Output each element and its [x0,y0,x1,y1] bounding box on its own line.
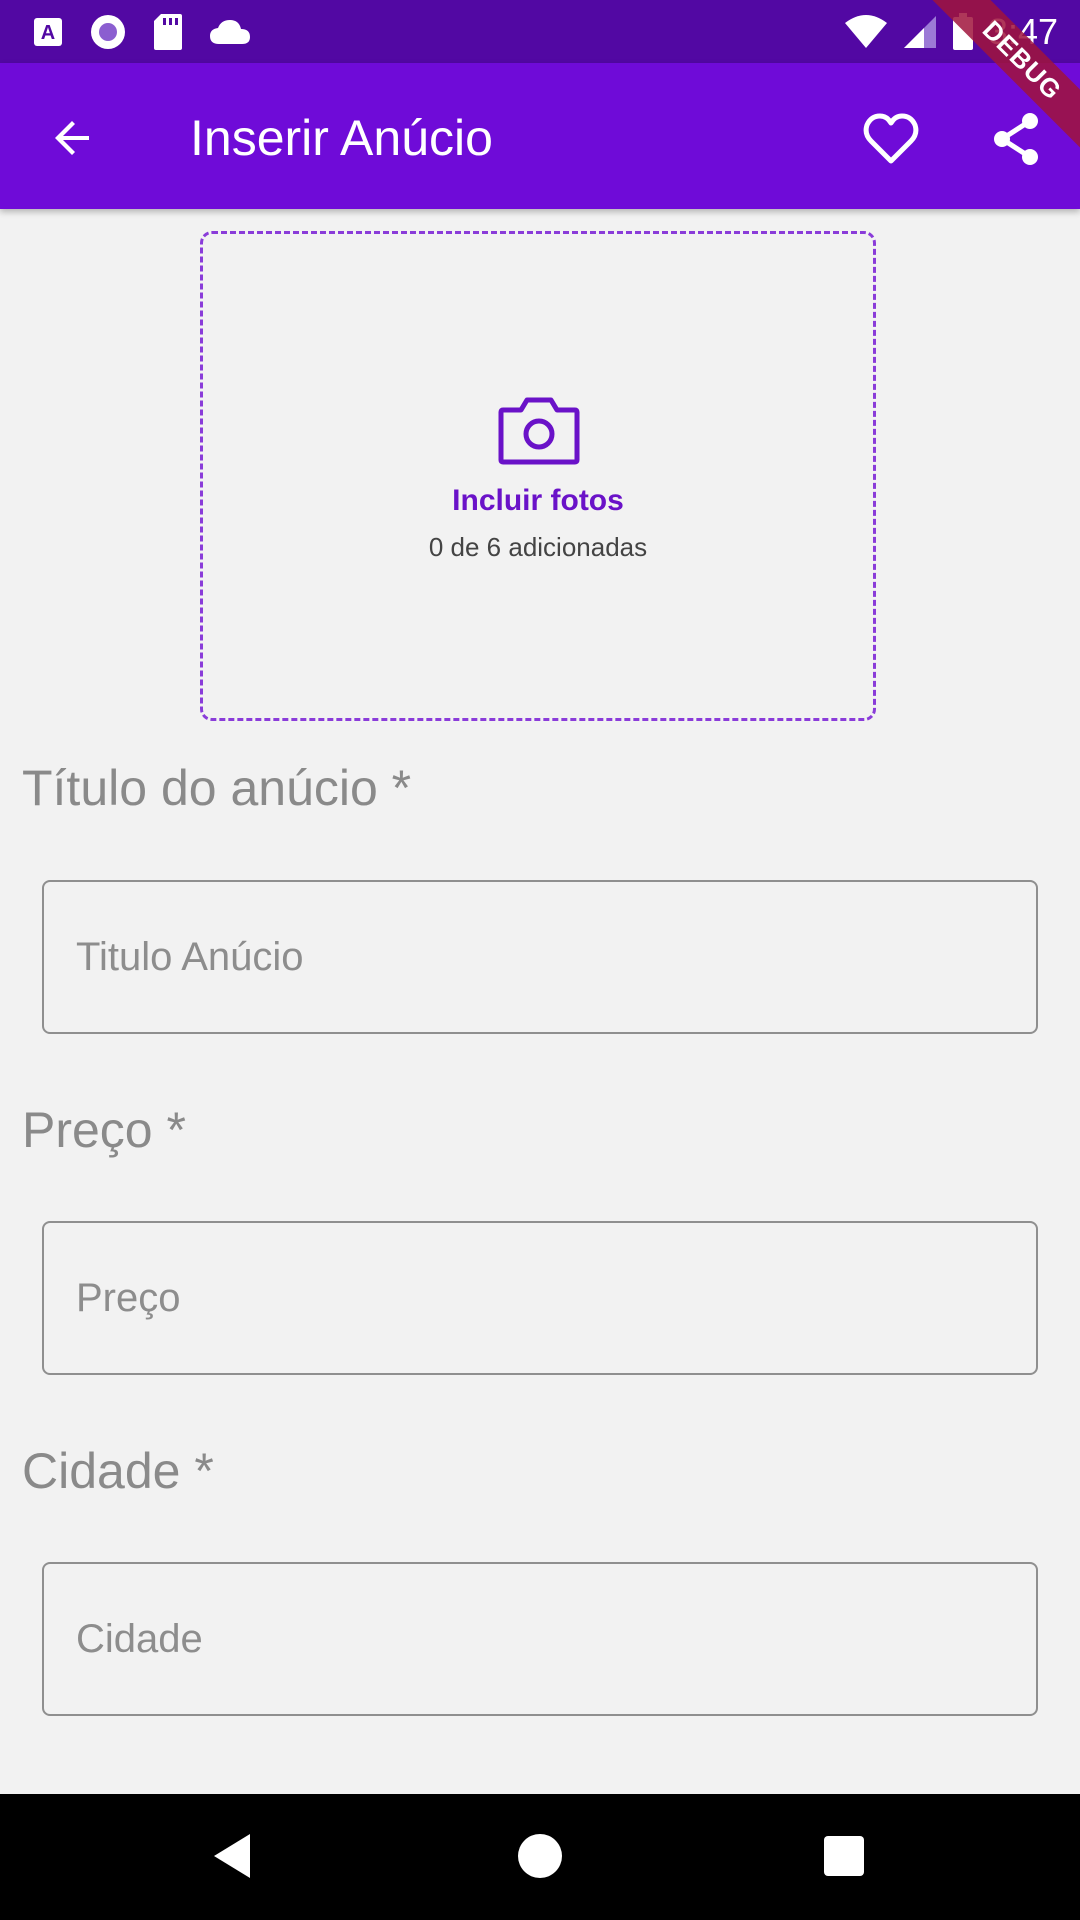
status-bar: A 3:47 [0,0,1080,63]
cell-signal-icon [903,15,936,48]
share-button[interactable] [980,103,1052,175]
app-bar: Inserir Anúcio [0,63,1080,209]
status-system-icons: 3:47 [844,0,1058,63]
title-label: Título do anúcio * [22,760,412,816]
nav-recents-icon[interactable] [824,1836,864,1876]
share-icon [994,113,1038,165]
radio-icon [91,14,125,49]
add-photos-button[interactable]: Incluir fotos 0 de 6 adicionadas [200,231,876,721]
wifi-icon [844,14,887,48]
back-button[interactable] [38,103,108,173]
page-title: Inserir Anúcio [190,110,493,166]
status-clock: 3:47 [987,10,1058,52]
photo-count: 0 de 6 adicionadas [428,532,648,562]
arrow-back-icon [55,121,89,155]
svg-text:A: A [41,22,55,44]
battery-icon [952,12,973,50]
nav-back-icon[interactable] [212,1832,252,1880]
camera-icon [498,397,580,465]
heart-icon [863,113,919,164]
city-input[interactable] [42,1562,1038,1716]
status-notification-icons: A [33,13,251,51]
nav-home-icon[interactable] [518,1834,562,1878]
cloud-icon [210,19,250,44]
accessibility-icon: A [34,17,62,46]
favorite-button[interactable] [855,103,927,175]
navigation-bar [0,1794,1080,1920]
price-label: Preço * [22,1102,186,1158]
title-input[interactable] [42,880,1038,1034]
price-input[interactable] [42,1221,1038,1375]
city-label: Cidade * [22,1443,214,1499]
screen: A 3:47 Inserir Anúcio DEBUG Incluir foto… [0,0,1080,1920]
sd-card-icon [154,13,182,50]
add-photos-label: Incluir fotos [452,484,624,517]
